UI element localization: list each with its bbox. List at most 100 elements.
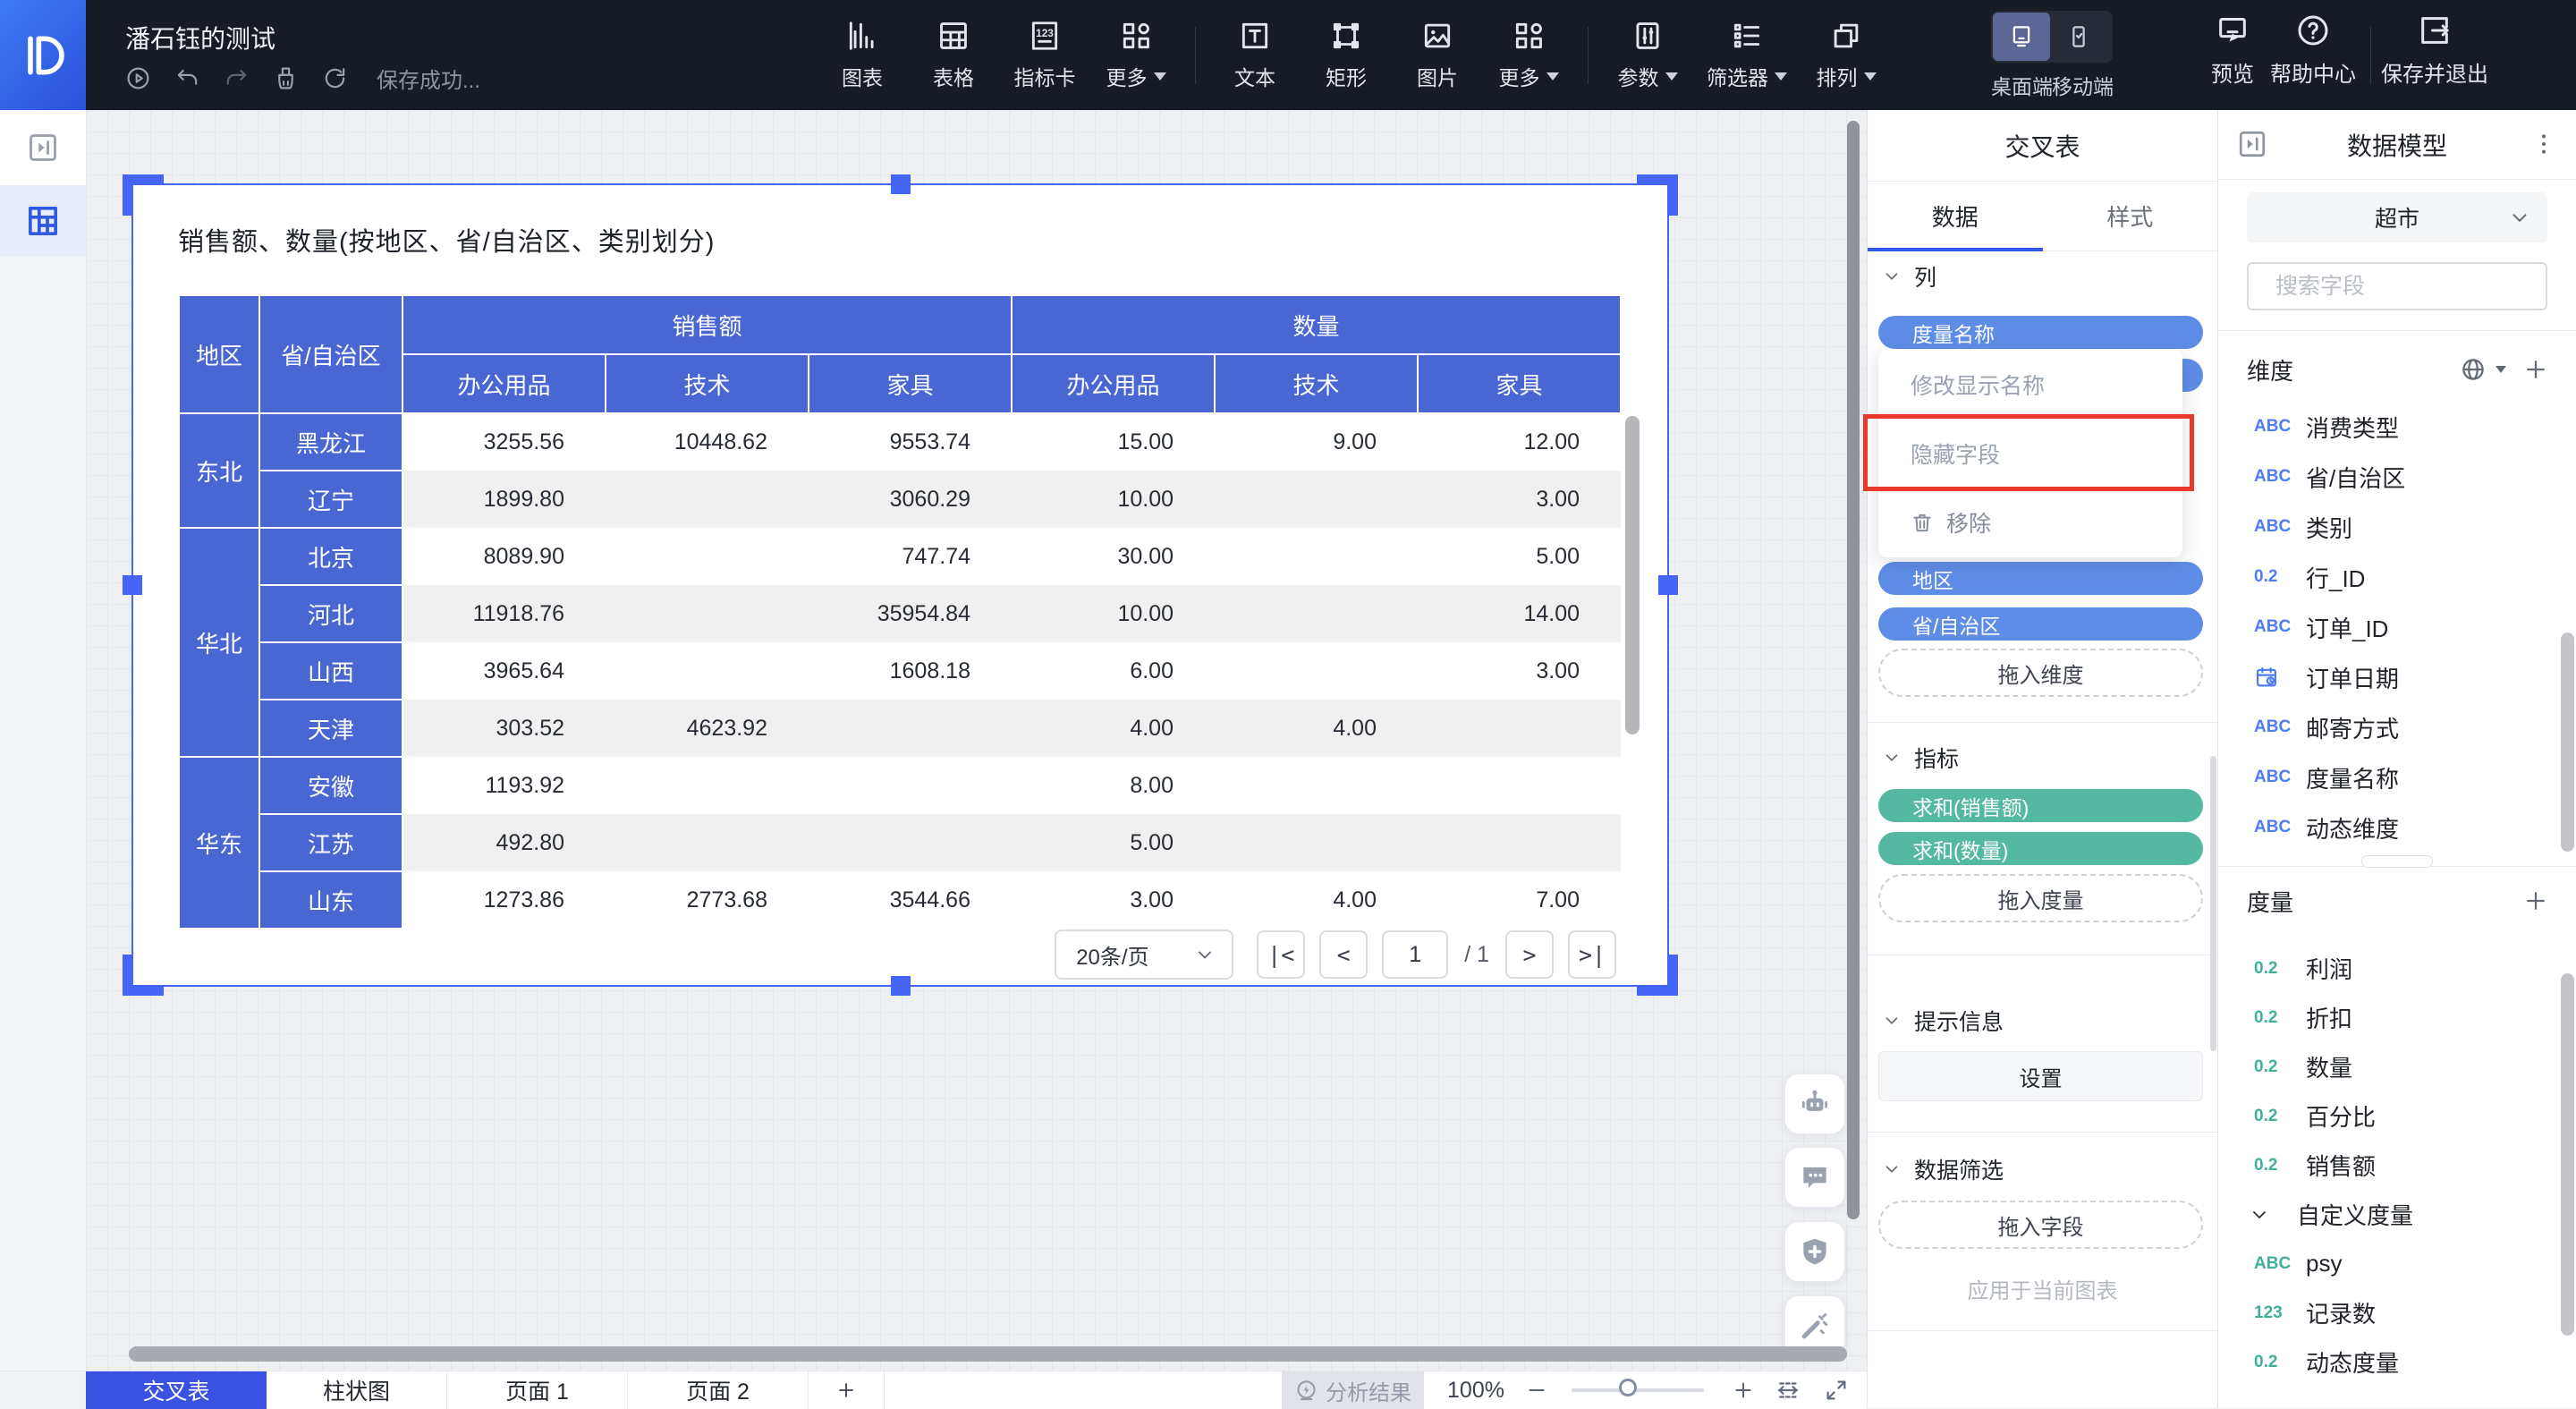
sidebar-item-components[interactable] (0, 185, 86, 257)
clear-canvas-icon[interactable] (273, 65, 299, 91)
ai-assistant-button[interactable] (1784, 1074, 1845, 1134)
selection-mid-handle[interactable] (1658, 575, 1678, 595)
tool-image[interactable]: 图片 (1405, 19, 1470, 91)
first-page-button[interactable]: |< (1257, 930, 1305, 979)
section-columns[interactable]: 列 (1882, 260, 1936, 293)
tool-text[interactable]: 文本 (1223, 19, 1287, 91)
section-metrics[interactable]: 指标 (1882, 742, 1959, 774)
selection-corner-handle[interactable] (1637, 955, 1678, 996)
dashboard-canvas[interactable]: 销售额、数量(按地区、省/自治区、类别划分) 地区省/自治区销售额数量办公用品技… (86, 110, 1867, 1371)
field-item[interactable]: ABC消费类型 (2218, 402, 2576, 452)
sheet-tab[interactable]: 柱状图 (267, 1371, 447, 1409)
zoom-slider-track[interactable] (1572, 1388, 1704, 1392)
next-page-button[interactable]: > (1505, 930, 1554, 979)
tool-params[interactable]: 参数 (1615, 19, 1680, 91)
sheet-tab[interactable]: 交叉表 (86, 1371, 267, 1409)
field-item[interactable]: 订单日期 (2218, 652, 2576, 702)
dataset-select[interactable]: 超市 (2247, 192, 2547, 242)
run-history-icon[interactable] (125, 65, 151, 91)
drop-measure-zone[interactable]: 拖入度量 (1878, 874, 2203, 922)
add-measure-icon[interactable] (2522, 887, 2549, 914)
field-item[interactable]: 0.2行_ID (2218, 552, 2576, 602)
column-pill-region[interactable]: 地区 (1878, 562, 2203, 595)
field-item[interactable]: ABC动态维度 (2218, 802, 2576, 853)
menu-item-rename[interactable]: 修改显示名称 (1878, 350, 2182, 419)
field-item[interactable]: 0.2利润 (2218, 944, 2576, 993)
fullscreen-button[interactable] (1823, 1377, 1850, 1404)
field-item[interactable]: 0.2百分比 (2218, 1091, 2576, 1141)
measure-scrollbar[interactable] (2561, 973, 2574, 1336)
field-item[interactable]: 0.2数量 (2218, 1042, 2576, 1091)
help-center-button[interactable]: 帮助中心 (2270, 13, 2356, 88)
mobile-toggle-button[interactable] (2050, 13, 2107, 61)
prev-page-button[interactable]: < (1319, 930, 1368, 979)
tool-filter[interactable]: 筛选器 (1707, 19, 1787, 91)
field-item[interactable]: ABC邮寄方式 (2218, 702, 2576, 752)
comments-button[interactable] (1784, 1147, 1845, 1208)
tooltip-settings-button[interactable]: 设置 (1878, 1051, 2203, 1101)
field-item[interactable]: 0.2动态度量 (2218, 1337, 2576, 1387)
add-protection-button[interactable] (1784, 1221, 1845, 1282)
column-pill-measure-name[interactable]: 度量名称 (1878, 316, 2203, 349)
field-item[interactable]: 0.2销售额 (2218, 1141, 2576, 1190)
canvas-horizontal-scrollbar[interactable] (129, 1346, 1847, 1362)
tool-chart[interactable]: 图表 (830, 19, 894, 91)
page-number-input[interactable] (1382, 930, 1448, 979)
selection-mid-handle[interactable] (891, 976, 911, 996)
selection-mid-handle[interactable] (891, 174, 911, 194)
column-pill-province[interactable]: 省/自治区 (1878, 607, 2203, 641)
fit-width-button[interactable] (1775, 1377, 1801, 1404)
zoom-in-button[interactable] (1732, 1379, 1755, 1402)
last-page-button[interactable]: >| (1568, 930, 1616, 979)
selection-corner-handle[interactable] (1637, 174, 1678, 216)
tab-data[interactable]: 数据 (1868, 182, 2043, 250)
preview-button[interactable]: 预览 (2211, 13, 2254, 88)
table-vertical-scrollbar[interactable] (1625, 416, 1640, 734)
tool-more-charts[interactable]: 更多 (1104, 19, 1168, 91)
field-item[interactable]: ABC度量名称 (2218, 752, 2576, 802)
field-item[interactable]: ABCpsy (2218, 1239, 2576, 1288)
drop-filter-field-zone[interactable]: 拖入字段 (1878, 1201, 2203, 1249)
search-input[interactable] (2274, 273, 2565, 301)
tool-more-media[interactable]: 更多 (1496, 19, 1561, 91)
add-dimension-icon[interactable] (2522, 356, 2549, 383)
section-data-filter[interactable]: 数据筛选 (1882, 1153, 2004, 1185)
refresh-icon[interactable] (322, 65, 348, 91)
caret-down-icon[interactable] (2496, 366, 2506, 373)
panel-scrollbar[interactable] (2210, 756, 2216, 1051)
canvas-vertical-scrollbar[interactable] (1847, 121, 1860, 1219)
field-item[interactable]: 自定义度量 (2218, 1190, 2576, 1239)
selection-mid-handle[interactable] (123, 575, 142, 595)
kebab-menu-icon[interactable] (2529, 130, 2558, 158)
redo-icon[interactable] (224, 65, 250, 91)
dimension-scrollbar[interactable] (2561, 632, 2574, 852)
zoom-slider-knob[interactable] (1619, 1379, 1637, 1396)
menu-item-remove[interactable]: 移除 (1878, 488, 2182, 556)
desktop-toggle-button[interactable] (1993, 13, 2050, 61)
add-sheet-button[interactable] (809, 1371, 885, 1409)
section-tooltip[interactable]: 提示信息 (1882, 1005, 2004, 1037)
field-item[interactable]: ABC订单_ID (2218, 602, 2576, 652)
app-logo[interactable] (0, 0, 86, 110)
expand-panel-button[interactable] (0, 110, 86, 185)
field-item[interactable]: 123记录数 (2218, 1288, 2576, 1337)
selection-corner-handle[interactable] (123, 955, 164, 996)
tool-table[interactable]: 表格 (921, 19, 986, 91)
metric-pill-sales-sum[interactable]: 求和(销售额) (1878, 789, 2203, 822)
undo-icon[interactable] (174, 65, 200, 91)
save-and-exit-button[interactable]: 保存并退出 (2381, 13, 2488, 88)
field-item[interactable]: 0.2折扣 (2218, 993, 2576, 1042)
sheet-tab[interactable]: 页面 1 (447, 1371, 628, 1409)
globe-icon[interactable] (2460, 356, 2487, 383)
page-size-select[interactable]: 20条/页 (1055, 929, 1233, 980)
selection-corner-handle[interactable] (123, 174, 164, 216)
tool-kpi-card[interactable]: 123 指标卡 (1013, 19, 1077, 91)
field-item[interactable]: ABC省/自治区 (2218, 452, 2576, 502)
analysis-result-button[interactable]: 分析结果 (1282, 1371, 1424, 1409)
zoom-out-button[interactable] (1525, 1379, 1548, 1402)
tool-arrange[interactable]: 排列 (1814, 19, 1878, 91)
panel-resize-handle[interactable] (2361, 855, 2433, 868)
tool-rectangle[interactable]: 矩形 (1314, 19, 1378, 91)
drop-dimension-zone[interactable]: 拖入维度 (1878, 649, 2203, 697)
tab-style[interactable]: 样式 (2043, 182, 2218, 250)
